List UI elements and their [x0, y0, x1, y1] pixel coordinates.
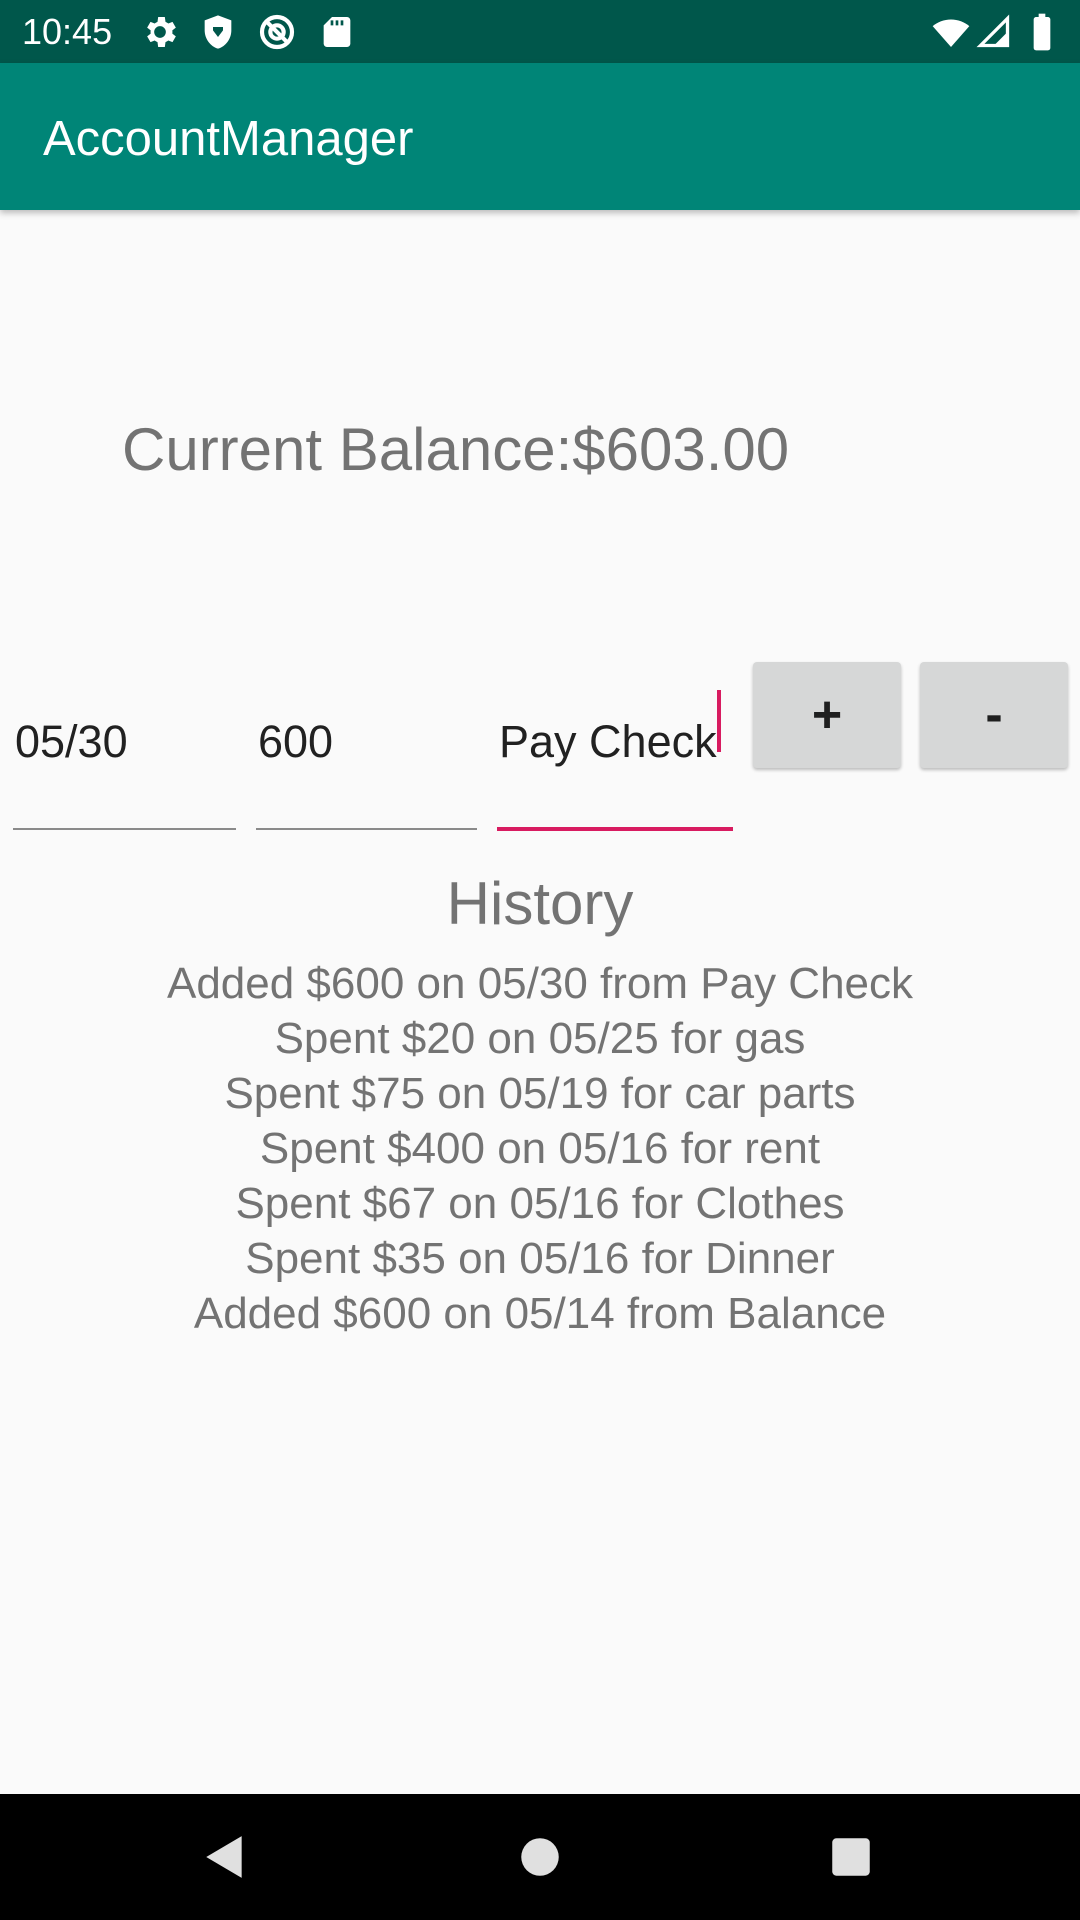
- screen: 10:45 AccountManager Current Balance:$60…: [0, 0, 1080, 1920]
- history-entry: Added $600 on 05/30 from Pay Check: [166, 959, 914, 1008]
- history-title: History: [446, 870, 634, 937]
- date-input[interactable]: [13, 698, 238, 786]
- app-bar: AccountManager: [0, 63, 1080, 210]
- battery-icon: [1030, 12, 1054, 52]
- history-list: Added $600 on 05/30 from Pay Check Spent…: [0, 956, 1080, 1341]
- home-icon[interactable]: [515, 1832, 565, 1882]
- description-input[interactable]: [497, 698, 735, 786]
- sync-off-icon: [257, 12, 297, 52]
- app-title: AccountManager: [43, 112, 414, 166]
- description-field-underline: [497, 827, 733, 831]
- current-balance: Current Balance:$603.00: [122, 416, 790, 483]
- cell-signal-icon: [976, 12, 1012, 52]
- add-button[interactable]: +: [753, 662, 901, 768]
- status-icons-right: [930, 12, 1080, 52]
- sd-card-icon: [317, 12, 357, 52]
- navigation-bar: [0, 1794, 1080, 1920]
- recents-icon[interactable]: [826, 1832, 876, 1882]
- settings-icon: [140, 12, 180, 52]
- amount-field[interactable]: [256, 680, 479, 830]
- status-bar: 10:45: [0, 0, 1080, 63]
- shield-icon: [198, 12, 238, 52]
- text-cursor: [717, 690, 721, 752]
- amount-input[interactable]: [256, 698, 479, 786]
- date-field[interactable]: [13, 680, 238, 830]
- date-field-underline: [13, 828, 236, 830]
- back-icon[interactable]: [200, 1832, 250, 1882]
- wifi-icon: [930, 12, 972, 52]
- history-entry: Added $600 on 05/14 from Balance: [193, 1289, 887, 1338]
- subtract-button[interactable]: -: [920, 662, 1068, 768]
- description-field[interactable]: [497, 680, 735, 831]
- history-entry: Spent $67 on 05/16 for Clothes: [235, 1179, 845, 1228]
- history-entry: Spent $75 on 05/19 for car parts: [224, 1069, 856, 1118]
- amount-field-underline: [256, 828, 477, 830]
- status-time: 10:45: [22, 11, 113, 52]
- history-entry: Spent $400 on 05/16 for rent: [259, 1124, 821, 1173]
- history-entry: Spent $35 on 05/16 for Dinner: [245, 1234, 835, 1283]
- history-entry: Spent $20 on 05/25 for gas: [274, 1014, 806, 1063]
